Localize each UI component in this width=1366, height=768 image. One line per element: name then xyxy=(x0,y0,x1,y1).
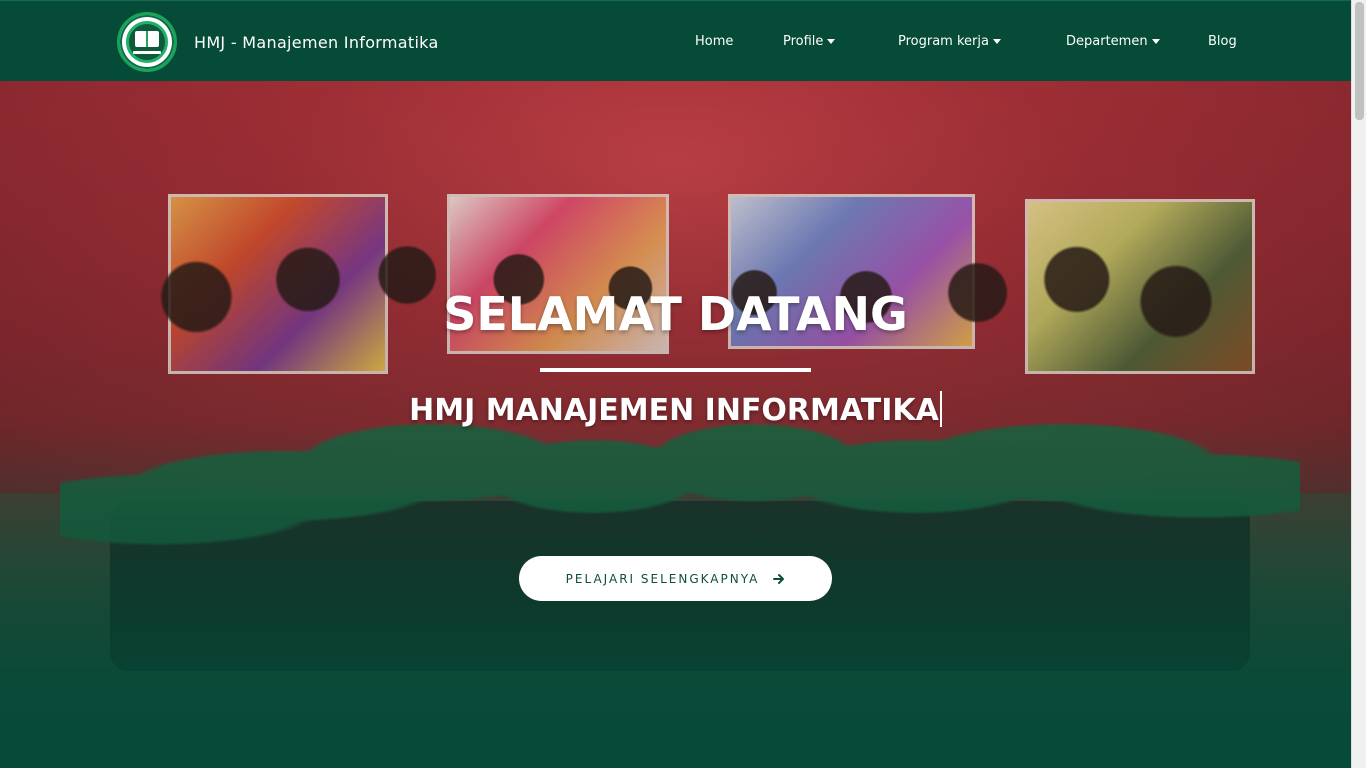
hero-subtitle: HMJ MANAJEMEN INFORMATIKA xyxy=(0,391,1351,428)
nav-item-home[interactable]: Home xyxy=(695,34,733,49)
nav-item-label: Blog xyxy=(1208,34,1237,49)
learn-more-label: PELAJARI SELENGKAPNYA xyxy=(565,571,760,586)
hero-title: SELAMAT DATANG xyxy=(443,287,908,341)
hero-subtitle-text: HMJ MANAJEMEN INFORMATIKA xyxy=(409,393,939,428)
brand[interactable]: HMJ - Manajemen Informatika xyxy=(117,12,439,72)
typing-cursor xyxy=(939,391,942,427)
nav-item-label: Profile xyxy=(783,34,824,49)
caret-down-icon xyxy=(827,39,836,44)
nav-item-label: Departemen xyxy=(1066,34,1148,49)
learn-more-button[interactable]: PELAJARI SELENGKAPNYA xyxy=(519,556,832,601)
caret-down-icon xyxy=(992,39,1001,44)
nav-item-label: Home xyxy=(695,34,734,49)
nav-item-program-kerja[interactable]: Program kerja xyxy=(898,34,1001,49)
nav-item-label: Program kerja xyxy=(898,34,989,49)
logo xyxy=(117,12,177,72)
top-navbar: HMJ - Manajemen Informatika Home Profile… xyxy=(0,0,1351,81)
logo-banner xyxy=(133,51,161,54)
nav-item-blog[interactable]: Blog xyxy=(1208,34,1237,49)
arrow-right-icon xyxy=(773,573,785,585)
nav-item-departemen[interactable]: Departemen xyxy=(1066,34,1160,49)
page-scrollbar[interactable] xyxy=(1351,0,1366,768)
hero-divider xyxy=(540,368,811,372)
scrollbar-thumb[interactable] xyxy=(1355,2,1364,120)
nav-item-profile[interactable]: Profile xyxy=(783,34,836,49)
hero-section: SELAMAT DATANG HMJ MANAJEMEN INFORMATIKA… xyxy=(0,81,1351,768)
book-icon xyxy=(135,31,159,47)
caret-down-icon xyxy=(1151,39,1160,44)
brand-name: HMJ - Manajemen Informatika xyxy=(194,32,439,52)
